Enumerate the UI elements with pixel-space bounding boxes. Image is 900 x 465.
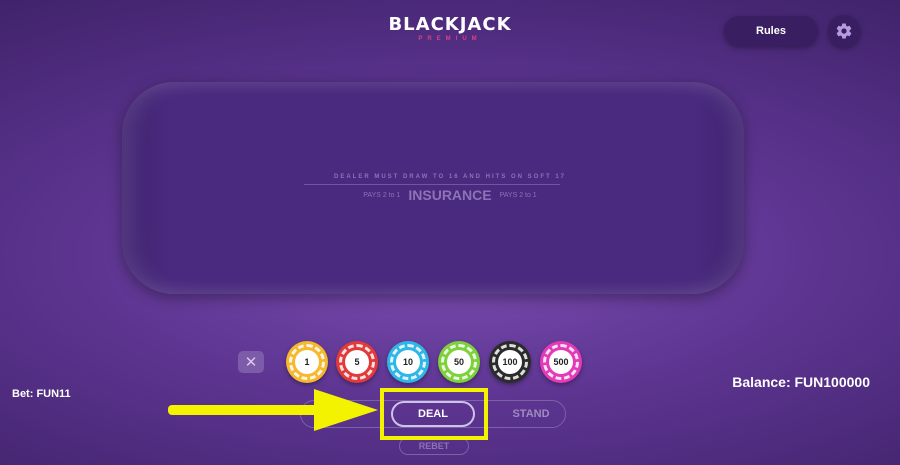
chip-10[interactable]: 10 bbox=[387, 341, 429, 383]
stand-button[interactable]: STAND bbox=[496, 401, 566, 427]
chip-5[interactable]: 5 bbox=[336, 341, 378, 383]
close-icon: ✕ bbox=[244, 354, 258, 371]
chip-500[interactable]: 500 bbox=[540, 341, 582, 383]
chip-100[interactable]: 100 bbox=[489, 341, 531, 383]
clear-bet-button[interactable]: ✕ bbox=[238, 351, 264, 373]
chip-1[interactable]: 1 bbox=[286, 341, 328, 383]
bet-amount: Bet: FUN11 bbox=[12, 388, 71, 400]
chip-5-value: 5 bbox=[345, 350, 369, 374]
balance-amount: Balance: FUN100000 bbox=[732, 374, 870, 390]
rules-button[interactable]: Rules bbox=[724, 16, 818, 46]
dealer-rule-text: DEALER MUST DRAW TO 16 AND HITS ON SOFT … bbox=[333, 174, 566, 180]
chip-100-value: 100 bbox=[498, 350, 522, 374]
chip-50-value: 50 bbox=[447, 350, 471, 374]
rule-divider bbox=[304, 184, 560, 185]
rebet-button-label: REBET bbox=[418, 441, 450, 451]
settings-button[interactable] bbox=[828, 15, 860, 47]
chip-50[interactable]: 50 bbox=[438, 341, 480, 383]
deal-highlight-box bbox=[380, 388, 488, 440]
rules-button-label: Rules bbox=[756, 25, 786, 37]
stand-button-label: STAND bbox=[512, 408, 550, 420]
arrow-right-icon bbox=[168, 389, 378, 431]
insurance-row: PAYS 2 to 1 INSURANCE PAYS 2 to 1 bbox=[0, 187, 900, 203]
chip-1-value: 1 bbox=[295, 350, 319, 374]
chip-10-value: 10 bbox=[396, 350, 420, 374]
insurance-pays-left: PAYS 2 to 1 bbox=[363, 191, 401, 199]
insurance-label: INSURANCE bbox=[408, 187, 492, 203]
insurance-pays-right: PAYS 2 to 1 bbox=[499, 191, 537, 199]
chip-500-value: 500 bbox=[549, 350, 573, 374]
gear-icon bbox=[836, 23, 852, 39]
